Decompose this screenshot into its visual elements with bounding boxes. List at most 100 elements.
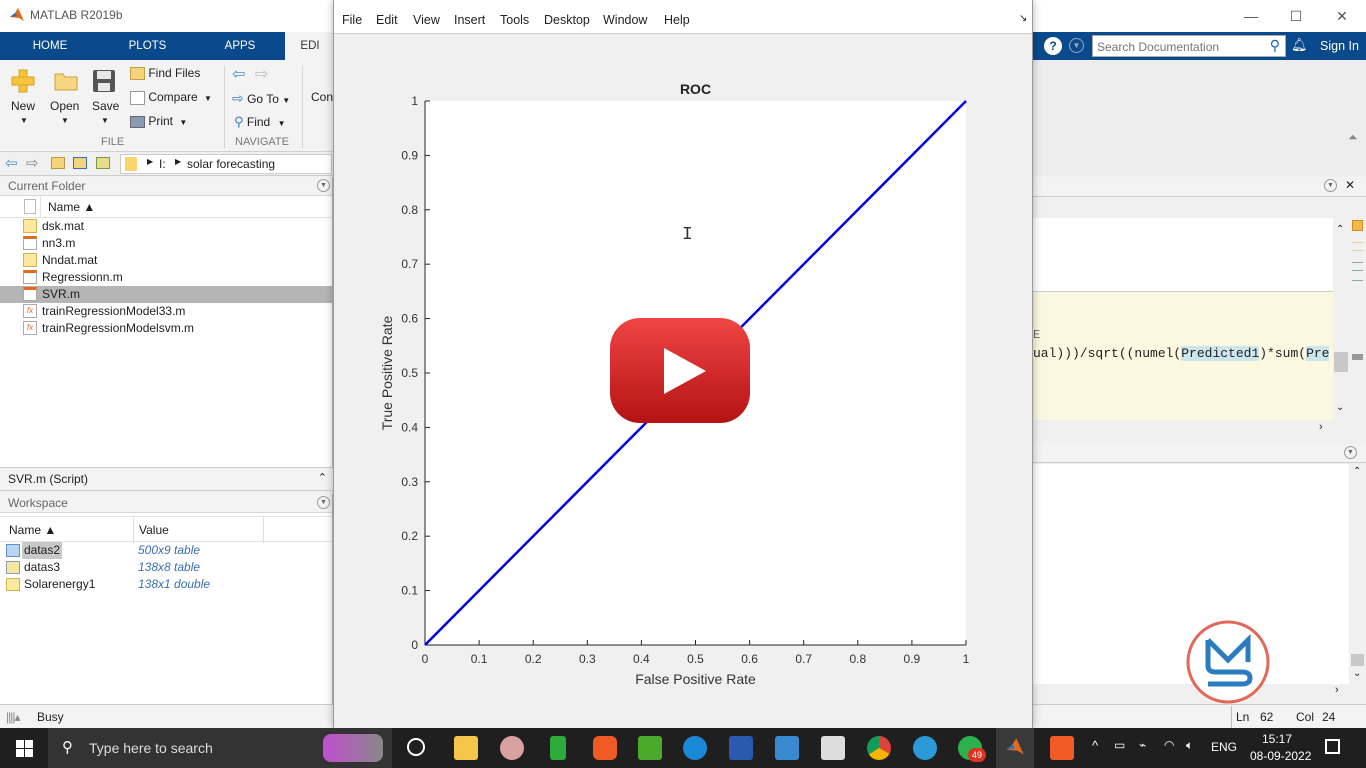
compare-button[interactable]: Compare ▼	[130, 90, 212, 108]
file-item[interactable]: fx trainRegressionModel33.m	[0, 303, 332, 320]
file-item[interactable]: dsk.mat	[0, 218, 332, 235]
panel-menu-icon[interactable]: ▼	[317, 179, 330, 192]
name-column-header[interactable]: Name ▲	[0, 196, 332, 218]
address-forward-icon[interactable]: ⇨	[26, 154, 39, 172]
language-indicator[interactable]: ENG	[1211, 740, 1237, 754]
browse-folder-icon[interactable]	[73, 157, 87, 169]
name-column-header[interactable]: Name ▲	[9, 523, 56, 537]
file-item[interactable]: Nndat.mat	[0, 252, 332, 269]
up-folder-icon[interactable]	[51, 157, 65, 169]
file-explorer-icon[interactable]	[454, 736, 478, 760]
value-column-header[interactable]: Value	[139, 523, 169, 537]
video-play-button[interactable]	[610, 318, 750, 423]
details-bar[interactable]: SVR.m (Script) ⌃	[0, 467, 333, 491]
dock-figure-icon[interactable]: ↘	[1019, 13, 1027, 24]
help-icon[interactable]: ?	[1044, 37, 1062, 55]
camtasia-icon[interactable]	[638, 736, 662, 760]
menu-insert[interactable]: Insert	[454, 13, 485, 27]
command-window-scrollbar[interactable]: ⌃ ⌄	[1349, 464, 1366, 684]
notification-bell-icon[interactable]: 🔔︎	[1291, 37, 1308, 53]
path-drive[interactable]: I:	[159, 157, 166, 171]
collapse-toolstrip-icon[interactable]: ⏶	[1348, 130, 1358, 145]
menu-help[interactable]: Help	[664, 13, 690, 27]
address-back-icon[interactable]: ⇦	[5, 154, 18, 172]
windows-start-icon[interactable]	[16, 740, 33, 757]
volume-icon[interactable]: 🔈︎	[1186, 738, 1193, 753]
scroll-down-icon[interactable]: ⌄	[1336, 402, 1344, 413]
scroll-right-icon[interactable]: ›	[1319, 421, 1323, 433]
go-to-button[interactable]: ⇨ Go To ▼	[232, 90, 290, 108]
options-dropdown-icon[interactable]: ▼	[1069, 38, 1084, 53]
collapse-chevron-icon[interactable]: ⌃	[318, 471, 327, 484]
telegram-icon[interactable]	[913, 736, 937, 760]
open-button[interactable]: Open ▼	[50, 68, 84, 132]
command-window-menu-icon[interactable]: ▼	[1344, 446, 1357, 459]
folder-sync-icon[interactable]	[96, 157, 110, 169]
microsoft-store-icon[interactable]	[821, 736, 845, 760]
editor-code-area-top[interactable]	[1033, 218, 1333, 292]
scroll-right-icon[interactable]: ›	[1335, 684, 1339, 696]
scroll-thumb[interactable]	[1334, 352, 1348, 372]
search-icon[interactable]: ⚲	[1270, 37, 1280, 54]
find-button[interactable]: ⚲ Find ▼	[234, 114, 285, 132]
scroll-up-icon[interactable]: ⌃	[1336, 224, 1344, 235]
clock-date[interactable]: 08-09-2022	[1250, 749, 1311, 763]
panel-menu-icon[interactable]: ▼	[317, 496, 330, 509]
wifi-icon[interactable]: ◠	[1164, 738, 1174, 752]
close-button[interactable]: ✕	[1327, 6, 1357, 26]
editor-close-icon[interactable]: ✕	[1345, 178, 1355, 192]
file-item[interactable]: Regressionn.m	[0, 269, 332, 286]
whatsapp-icon[interactable]: 49	[958, 736, 986, 762]
clock-time[interactable]: 15:17	[1262, 732, 1292, 746]
snipping-tool-icon[interactable]	[500, 736, 524, 760]
comment-button-partial[interactable]: Con	[311, 90, 333, 104]
file-item[interactable]: nn3.m	[0, 235, 332, 252]
back-arrow-icon[interactable]: ⇦	[232, 64, 245, 84]
editor-horizontal-scrollbar[interactable]: ›	[1033, 420, 1333, 438]
word-icon[interactable]	[729, 736, 753, 760]
notification-center-icon[interactable]	[1325, 739, 1340, 754]
workspace-variable[interactable]: datas3 138x8 table	[0, 559, 332, 576]
menu-window[interactable]: Window	[603, 13, 647, 27]
menu-tools[interactable]: Tools	[500, 13, 529, 27]
maximize-button[interactable]: ☐	[1281, 6, 1311, 26]
control-panel-icon[interactable]	[775, 736, 799, 760]
editor-vertical-scrollbar[interactable]: ⌃ ⌄	[1333, 218, 1349, 420]
scroll-up-icon[interactable]: ⌃	[1353, 466, 1361, 477]
workspace-variable[interactable]: Solarenergy1 138x1 double	[0, 576, 332, 593]
tab-apps[interactable]: APPS	[195, 32, 285, 60]
power-icon[interactable]: ⌁	[1139, 738, 1146, 752]
brave-browser-icon[interactable]	[593, 736, 617, 760]
cortana-icon[interactable]	[407, 738, 425, 756]
file-item[interactable]: fx trainRegressionModelsvm.m	[0, 320, 332, 337]
matlab-taskbar-button[interactable]	[996, 728, 1034, 768]
tab-editor[interactable]: EDI	[285, 32, 335, 60]
menu-desktop[interactable]: Desktop	[544, 13, 590, 27]
menu-file[interactable]: File	[342, 13, 362, 27]
new-button[interactable]: New ▼	[10, 68, 40, 132]
editor-menu-icon[interactable]: ▼	[1324, 179, 1337, 192]
sign-in-link[interactable]: Sign In	[1320, 39, 1359, 53]
scroll-thumb[interactable]	[1351, 654, 1364, 666]
show-hidden-icons-chevron[interactable]: ^	[1092, 738, 1098, 753]
workspace-variable[interactable]: datas2 500x9 table	[0, 542, 332, 559]
meet-now-icon[interactable]: ▭	[1114, 738, 1125, 752]
find-files-button[interactable]: Find Files	[130, 66, 200, 84]
taskbar-search-box[interactable]: ⚲ Type here to search	[48, 728, 392, 768]
chrome-browser-icon[interactable]	[867, 736, 891, 760]
folder-path-field[interactable]: ▶ I: ▶ solar forecasting	[120, 154, 332, 174]
edge-browser-icon[interactable]	[683, 736, 707, 760]
camtasia-recorder-icon[interactable]	[1050, 736, 1074, 760]
tab-plots[interactable]: PLOTS	[100, 32, 195, 60]
forward-arrow-icon[interactable]: ⇨	[255, 64, 268, 84]
print-button[interactable]: Print ▼	[130, 114, 187, 132]
file-item-selected[interactable]: SVR.m	[0, 286, 332, 303]
menu-edit[interactable]: Edit	[376, 13, 398, 27]
warning-indicator-icon[interactable]	[1352, 220, 1363, 231]
save-button[interactable]: Save ▼	[91, 68, 121, 132]
green-app-icon[interactable]	[550, 736, 566, 760]
path-folder[interactable]: solar forecasting	[187, 157, 275, 171]
menu-view[interactable]: View	[413, 13, 440, 27]
tab-home[interactable]: HOME	[0, 32, 100, 60]
search-documentation-input[interactable]: Search Documentation ⚲	[1092, 35, 1286, 57]
